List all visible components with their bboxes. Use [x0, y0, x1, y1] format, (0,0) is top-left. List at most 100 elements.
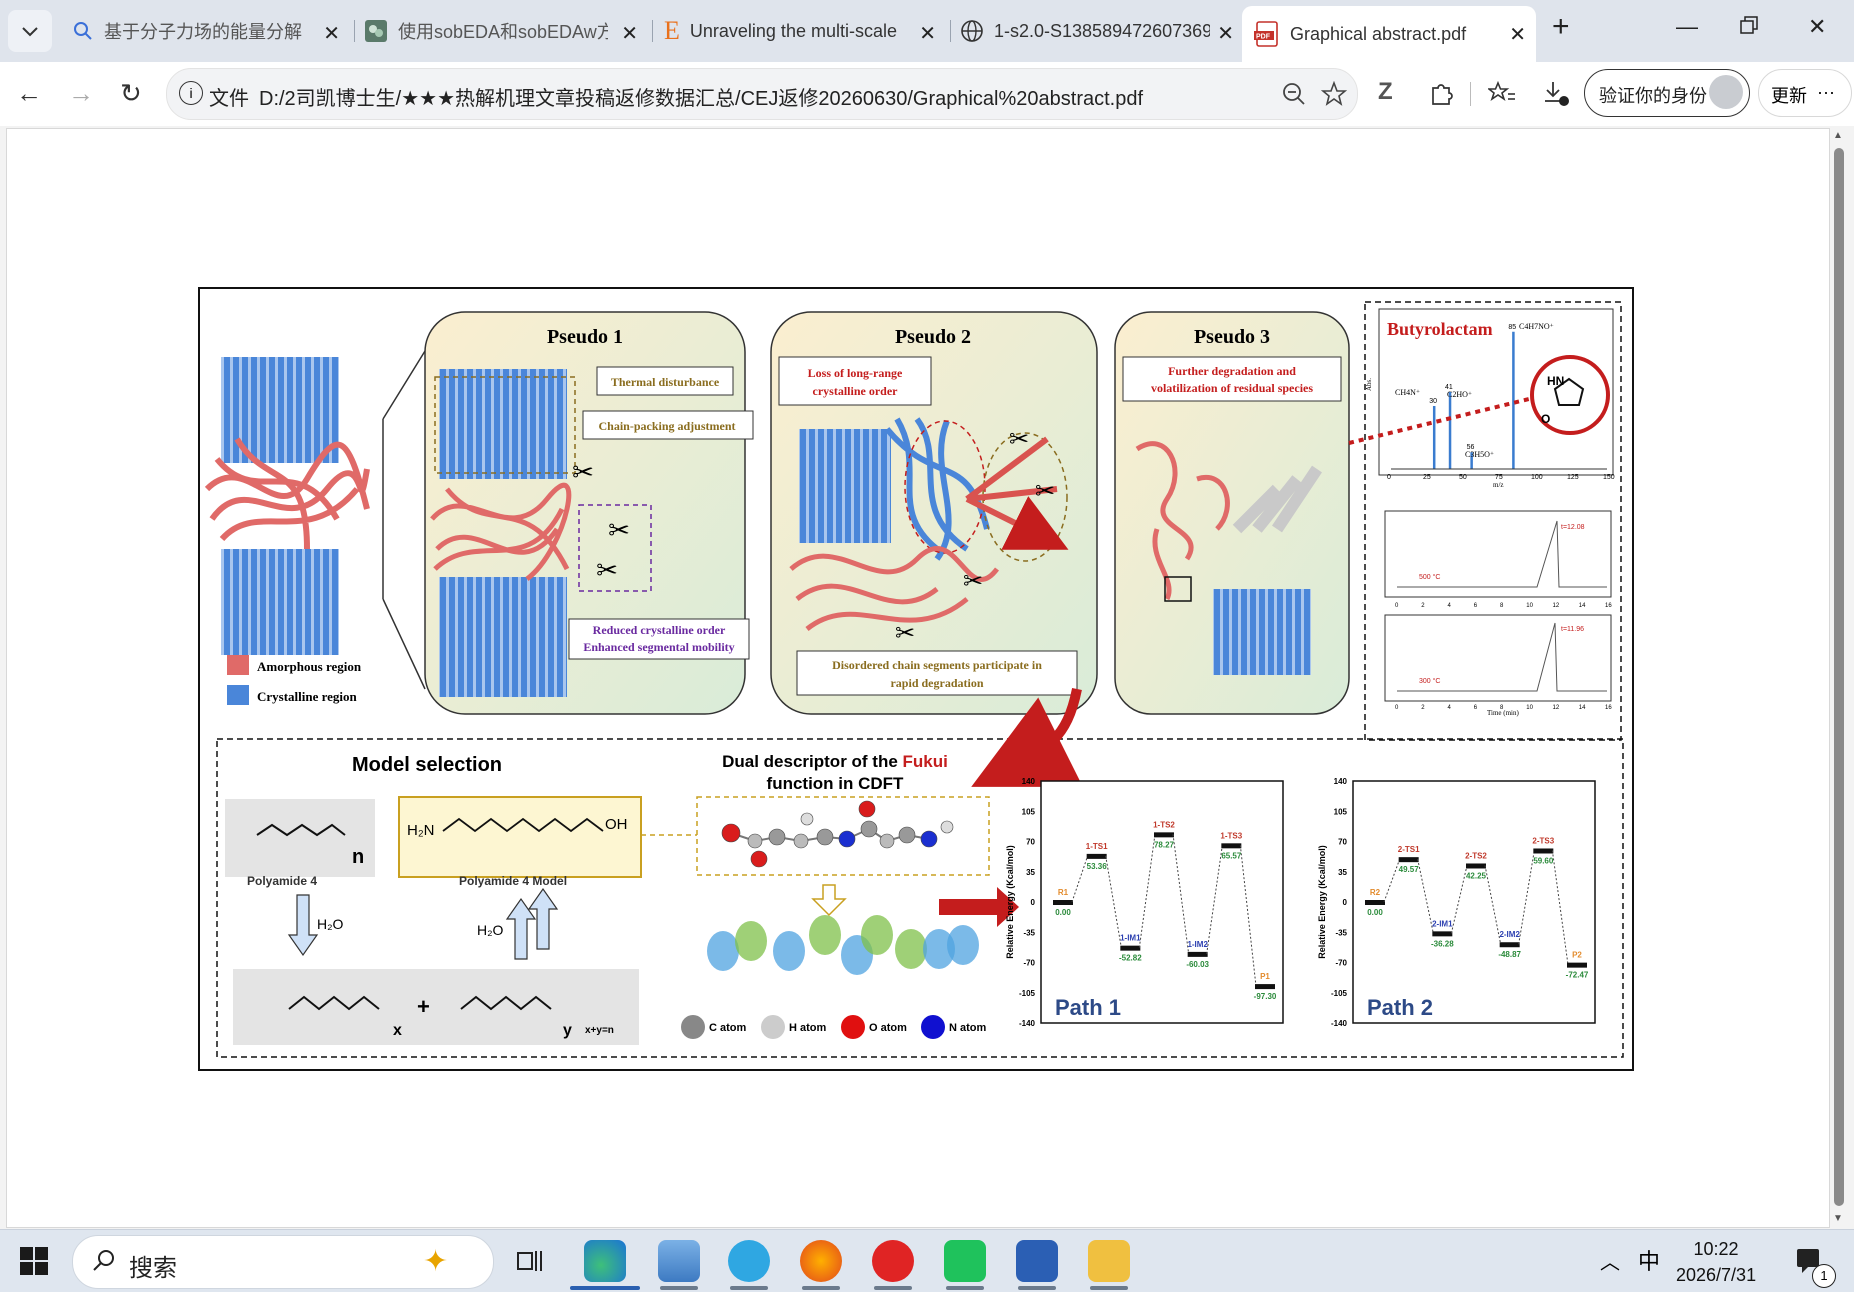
close-icon[interactable]: ✕	[323, 21, 340, 46]
pseudo2-box2b: rapid degradation	[890, 676, 983, 690]
search-icon	[74, 22, 92, 40]
pseudo2-box2a: Disordered chain segments participate in	[832, 658, 1042, 672]
close-icon[interactable]: ✕	[621, 21, 638, 46]
copilot-sparkle-icon[interactable]: ✦	[423, 1244, 448, 1279]
ms-xtick: 125	[1567, 474, 1579, 481]
level-value: -36.28	[1431, 939, 1454, 948]
legend-crystalline: Crystalline region	[257, 689, 358, 704]
y-tick: 0	[1031, 898, 1036, 907]
pseudo2-title: Pseudo 2	[895, 326, 971, 348]
verify-identity-button[interactable]: 验证你的身份	[1584, 69, 1750, 117]
level-value: 0.00	[1055, 908, 1071, 917]
scroll-up-icon[interactable]: ▲	[1833, 130, 1843, 141]
pseudo1-box1: Thermal disturbance	[611, 375, 720, 389]
level-label: 2-IM1	[1432, 919, 1453, 928]
extensions-icon[interactable]	[1428, 80, 1454, 106]
scissors-icon: ✂	[895, 620, 915, 647]
energy-level	[1086, 853, 1107, 859]
pdf-viewer[interactable]: Amorphous region Crystalline region Pseu…	[6, 128, 1830, 1228]
tab-3[interactable]: 1-s2.0-S1385894726073695 ✕	[954, 9, 1244, 53]
refresh-button[interactable]: ↻	[120, 78, 142, 109]
tab-bar: 基于分子力场的能量分解 - ✕ 使用sobEDA和sobEDAw方法 ✕ E U…	[0, 0, 1854, 62]
windows-start-icon[interactable]	[20, 1247, 48, 1275]
red-app-icon[interactable]	[872, 1240, 914, 1282]
task-view-icon[interactable]	[516, 1247, 544, 1275]
vertical-scrollbar[interactable]: ▲ ▼	[1830, 128, 1848, 1226]
restore-button[interactable]	[1740, 14, 1758, 40]
firefox-app-icon[interactable]	[800, 1240, 842, 1282]
back-button[interactable]: ←	[16, 78, 42, 109]
level-value: -97.30	[1254, 992, 1277, 1001]
atom	[920, 830, 938, 848]
tab-1[interactable]: 使用sobEDA和sobEDAw方法 ✕	[358, 9, 648, 53]
level-label: R2	[1370, 888, 1381, 897]
new-tab-button[interactable]: +	[1552, 10, 1570, 44]
running-indicator	[802, 1286, 840, 1290]
file-explorer-icon[interactable]	[1088, 1240, 1130, 1282]
taskbar-search[interactable]: 搜索 ✦	[72, 1235, 494, 1289]
y-tick: 140	[1022, 777, 1036, 786]
close-icon[interactable]: ✕	[919, 21, 936, 46]
scrollbar-thumb[interactable]	[1834, 148, 1844, 1206]
level-label: 1-TS3	[1220, 831, 1242, 840]
address-bar[interactable]: i 文件 D:/2司凯博士生/★★★热解机理文章投稿返修数据汇总/CEJ返修20…	[166, 68, 1358, 120]
tab-4-active[interactable]: PDF Graphical abstract.pdf ✕	[1242, 6, 1536, 62]
atom-legend-dot	[761, 1015, 785, 1039]
atom	[860, 820, 878, 838]
scissors-icon: ✂	[608, 515, 630, 545]
zoom-out-icon[interactable]	[1281, 81, 1307, 107]
close-icon[interactable]: ✕	[1217, 21, 1234, 46]
tab-2[interactable]: E Unraveling the multi-scale p ✕	[656, 9, 946, 53]
atom	[750, 850, 768, 868]
globe-icon	[961, 20, 983, 42]
favorites-icon[interactable]	[1488, 80, 1516, 106]
forward-button[interactable]: →	[68, 78, 94, 109]
ime-indicator[interactable]: 中	[1638, 1244, 1660, 1276]
word-app-icon[interactable]	[1016, 1240, 1058, 1282]
ms-xtick: 100	[1531, 474, 1543, 481]
svg-text:Dual descriptor of the Fukui: Dual descriptor of the Fukui	[722, 752, 948, 771]
tab-title: 1-s2.0-S1385894726073695	[994, 20, 1210, 41]
vpn-app-icon[interactable]	[728, 1240, 770, 1282]
favorite-star-icon[interactable]	[1321, 81, 1347, 107]
ms-xtick: 150	[1603, 474, 1615, 481]
atom	[793, 833, 809, 849]
close-icon[interactable]: ✕	[1509, 22, 1526, 47]
more-icon[interactable]: ···	[1817, 82, 1835, 103]
close-window-button[interactable]: ✕	[1808, 14, 1826, 40]
extension-z-icon[interactable]: Z	[1378, 78, 1393, 106]
running-indicator	[874, 1286, 912, 1290]
downloads-icon[interactable]	[1542, 79, 1570, 107]
atom-legend-label: O atom	[869, 1022, 907, 1034]
address-label: 文件	[209, 88, 249, 110]
clock[interactable]: 10:22 2026/7/31	[1676, 1236, 1756, 1288]
minimize-button[interactable]: —	[1676, 14, 1698, 40]
address-url[interactable]: D:/2司凯博士生/★★★热解机理文章投稿返修数据汇总/CEJ返修2026063…	[259, 82, 1143, 111]
tab-title: Unraveling the multi-scale p	[689, 20, 900, 41]
info-icon[interactable]: i	[179, 81, 203, 105]
scroll-down-icon[interactable]: ▼	[1833, 1213, 1843, 1224]
tray-chevron-icon[interactable]: ︿	[1600, 1246, 1620, 1275]
computer-app-icon[interactable]	[658, 1240, 700, 1282]
tab-0[interactable]: 基于分子力场的能量分解 - ✕	[62, 9, 350, 53]
y-tick: 105	[1022, 807, 1036, 816]
pseudo1-box3a: Reduced crystalline order	[593, 623, 726, 637]
pseudo1-title: Pseudo 1	[547, 326, 623, 348]
chat-app-icon[interactable]	[944, 1240, 986, 1282]
scissors-icon: ✂	[596, 555, 618, 585]
time-tick: 14	[1579, 705, 1586, 711]
tab-actions-button[interactable]	[8, 10, 52, 52]
atom-legend-dot	[921, 1015, 945, 1039]
energy-level	[1466, 863, 1486, 869]
sub-x: x	[393, 1022, 402, 1039]
y-tick: 70	[1338, 838, 1347, 847]
ms-title: Butyrolactam	[1387, 319, 1493, 339]
scissors-icon: ✂	[963, 568, 983, 595]
edge-app-icon[interactable]	[584, 1240, 626, 1282]
level-value: 78.27	[1154, 840, 1175, 849]
atom	[940, 820, 954, 834]
isosurface-lobe	[947, 925, 979, 965]
update-button[interactable]: 更新 ···	[1758, 69, 1852, 117]
mass-spectrum-panel: Butyrolactam 30415685 CH4N⁺ C2HO⁺ C3H5O⁺…	[1348, 301, 1622, 741]
isosurface-lobe	[707, 931, 739, 971]
